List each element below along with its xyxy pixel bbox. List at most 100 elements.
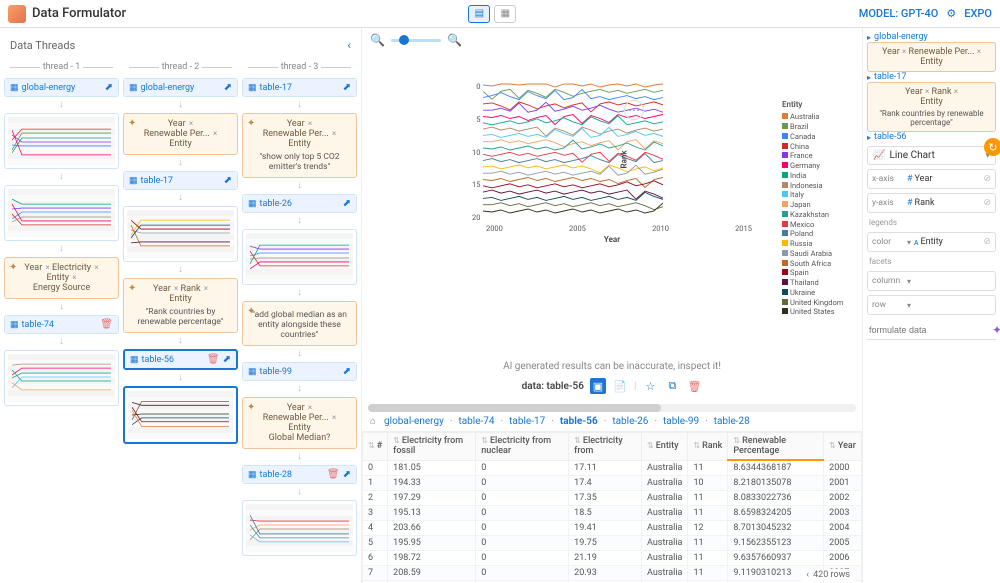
- table-row[interactable]: 7208.59020.93Australia119.11903102132007: [363, 566, 862, 581]
- legend-entry: Russia: [782, 239, 843, 249]
- model-label[interactable]: MODEL: GPT-4O: [859, 7, 939, 20]
- table-tab[interactable]: table-17: [509, 416, 545, 427]
- table-card[interactable]: ▦table-17⬈: [242, 78, 357, 97]
- zoom-in-icon[interactable]: 🔍: [447, 33, 462, 47]
- breadcrumb-table[interactable]: table-17: [867, 72, 996, 82]
- chart-thumbnail[interactable]: [4, 113, 119, 169]
- table-card[interactable]: ▦global-energy⬈: [123, 78, 238, 97]
- column-header[interactable]: ⇅Entity: [642, 433, 688, 461]
- derive-step-card[interactable]: ✦Year × Electricity ×Entity ×Energy Sour…: [4, 257, 119, 299]
- open-external-icon[interactable]: ⬈: [223, 354, 231, 365]
- derive-step-card[interactable]: ✦"add global median as an entity alongsi…: [242, 301, 357, 346]
- home-icon[interactable]: ⌂: [370, 416, 376, 427]
- encoding-x-axis[interactable]: x-axis #Year ⊘: [867, 169, 996, 189]
- horizontal-scrollbar[interactable]: [368, 404, 856, 412]
- encoding-color[interactable]: color▾ ᴀEntity ⊘: [867, 232, 996, 252]
- derive-step-card[interactable]: ✦Year ×Renewable Per... ×Entity"show onl…: [242, 113, 357, 178]
- table-row[interactable]: 5195.95019.75Australia119.15623551232005: [363, 536, 862, 551]
- open-external-icon[interactable]: ⬈: [343, 469, 351, 480]
- trash-icon[interactable]: 🗑: [207, 354, 220, 365]
- table-card[interactable]: ▦table-74🗑: [4, 315, 119, 334]
- table-tab[interactable]: table-74: [458, 416, 494, 427]
- encoding-row[interactable]: row▾: [867, 295, 996, 315]
- chart-thumbnail[interactable]: [4, 185, 119, 241]
- view-grid-button[interactable]: ▦: [494, 5, 516, 23]
- column-header[interactable]: ⇅#: [363, 433, 388, 461]
- trash-icon[interactable]: 🗑: [100, 319, 113, 330]
- chart-type-icon: 📈: [873, 150, 885, 161]
- breadcrumb-step[interactable]: Year × Renewable Per... ×Entity: [867, 42, 996, 72]
- data-threads-panel: Data Threads ‹ thread - 1▦global-energy⬈…: [0, 28, 362, 583]
- open-external-icon[interactable]: ⬈: [343, 198, 351, 209]
- trash-icon[interactable]: 🗑: [327, 469, 340, 480]
- table-name: table-99: [260, 367, 340, 377]
- table-row[interactable]: 2197.29017.35Australia118.08330227362002: [363, 491, 862, 506]
- clear-color-icon[interactable]: ⊘: [983, 237, 991, 247]
- refresh-run-icon[interactable]: ↻: [984, 138, 1000, 156]
- formulate-input[interactable]: [867, 323, 988, 337]
- chart-thumbnail[interactable]: [242, 229, 357, 285]
- table-card[interactable]: ▦table-28🗑⬈: [242, 465, 357, 484]
- column-header[interactable]: ⇅Electricity from fossil: [388, 433, 476, 461]
- breadcrumb-table[interactable]: global-energy: [867, 32, 996, 42]
- clear-y-icon[interactable]: ⊘: [983, 198, 991, 208]
- open-external-icon[interactable]: ⬈: [343, 366, 351, 377]
- table-prev-page-icon[interactable]: ‹: [806, 570, 809, 580]
- zoom-slider[interactable]: [391, 39, 441, 42]
- legend-entry: Japan: [782, 200, 843, 210]
- export-button[interactable]: EXPO: [964, 7, 992, 20]
- derive-step-card[interactable]: ✦Year ×Renewable Per... ×EntityGlobal Me…: [242, 397, 357, 449]
- open-external-icon[interactable]: ⬈: [224, 175, 232, 186]
- formulate-run-icon[interactable]: ✦: [992, 323, 1000, 337]
- breadcrumb-table[interactable]: table-56: [867, 132, 996, 142]
- table-card[interactable]: ▦table-56🗑⬈: [123, 349, 238, 370]
- encoding-column[interactable]: column▾: [867, 271, 996, 291]
- derive-step-card[interactable]: ✦Year × Rank ×Entity"Rank countries by r…: [123, 278, 238, 333]
- delete-chart-icon[interactable]: 🗑: [686, 378, 702, 394]
- chart-thumbnail[interactable]: [242, 500, 357, 556]
- chart-type-select[interactable]: 📈 Line Chart ▾: [867, 146, 996, 165]
- view-list-button[interactable]: ▤: [468, 5, 490, 23]
- open-external-icon[interactable]: ⬈: [224, 82, 232, 93]
- table-row[interactable]: 1194.33017.4Australia108.21801350782001: [363, 476, 862, 491]
- chart-more-menu-icon[interactable]: ⋯: [624, 100, 644, 120]
- table-tab[interactable]: global-energy: [384, 416, 444, 427]
- table-tab[interactable]: table-99: [663, 416, 699, 427]
- table-row[interactable]: 3195.13018.5Australia118.65983242052003: [363, 506, 862, 521]
- chart-thumbnail[interactable]: [123, 206, 238, 262]
- table-tab[interactable]: table-28: [714, 416, 750, 427]
- legend-entry: India: [782, 171, 843, 181]
- table-card[interactable]: ▦table-17⬈: [123, 171, 238, 190]
- app-logo: [8, 5, 26, 23]
- table-row[interactable]: 6198.72021.19Australia119.63576609372006: [363, 551, 862, 566]
- table-row[interactable]: 4203.66019.41Australia128.70130452322004: [363, 521, 862, 536]
- column-header[interactable]: ⇅Electricity from nuclear: [476, 433, 569, 461]
- star-icon[interactable]: ☆: [642, 378, 658, 394]
- view-image-icon[interactable]: ▣: [590, 378, 606, 394]
- collapse-threads-chevron-icon[interactable]: ‹: [347, 38, 351, 52]
- table-card[interactable]: ▦table-26⬈: [242, 194, 357, 213]
- clear-x-icon[interactable]: ⊘: [983, 174, 991, 184]
- chart-thumbnail[interactable]: [4, 350, 119, 406]
- table-card[interactable]: ▦global-energy⬈: [4, 78, 119, 97]
- table-name: global-energy: [141, 83, 221, 93]
- open-external-icon[interactable]: ⬈: [343, 82, 351, 93]
- column-header[interactable]: ⇅Electricity from: [569, 433, 642, 461]
- derive-step-card[interactable]: ✦Year ×Renewable Per... ×Entity: [123, 113, 238, 155]
- table-row[interactable]: 0181.05017.11Australia118.63443681872000: [363, 460, 862, 476]
- zoom-out-icon[interactable]: 🔍: [370, 33, 385, 47]
- flow-arrow-icon: ↓: [123, 266, 238, 274]
- copy-icon[interactable]: ⧉: [664, 378, 680, 394]
- column-header[interactable]: ⇅Year: [824, 433, 862, 461]
- table-card[interactable]: ▦table-99⬈: [242, 362, 357, 381]
- chart-thumbnail[interactable]: [123, 386, 238, 444]
- breadcrumb-step[interactable]: Year × Rank ×Entity"Rank countries by re…: [867, 82, 996, 132]
- view-text-icon[interactable]: 📄: [612, 378, 628, 394]
- table-tab[interactable]: table-56: [560, 416, 598, 427]
- column-header[interactable]: ⇅Renewable Percentage: [728, 433, 824, 461]
- encoding-y-axis[interactable]: y-axis #Rank ⊘: [867, 193, 996, 213]
- open-external-icon[interactable]: ⬈: [105, 82, 113, 93]
- gear-icon[interactable]: ⚙: [946, 7, 956, 20]
- column-header[interactable]: ⇅Rank: [688, 433, 728, 461]
- table-tab[interactable]: table-26: [612, 416, 648, 427]
